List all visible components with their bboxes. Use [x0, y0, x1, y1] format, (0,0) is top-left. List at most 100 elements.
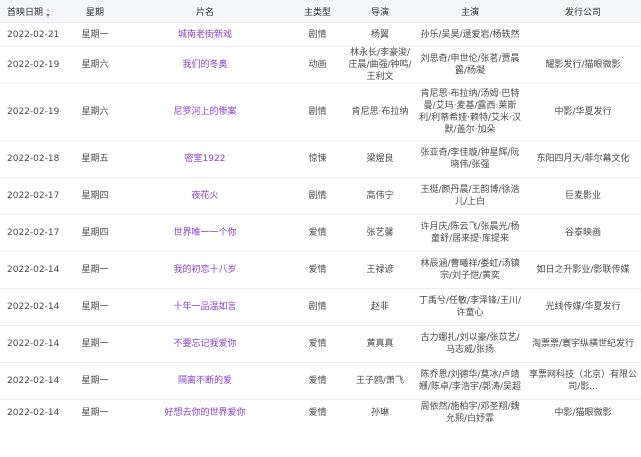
- release-date-cell: 2022-02-14: [0, 325, 70, 363]
- genre-cell: 剧情: [290, 177, 345, 215]
- weekday-cell: 星期一: [70, 251, 120, 289]
- table-row: 2022-02-17 星期四 世界唯一一个你 爱情 张艺馨 许月庆/陈云飞/张晨…: [0, 214, 641, 252]
- cast-cell: 刘思奇/申世伦/张茗/贾晨露/杨凝: [415, 46, 525, 84]
- title-cell: 密室1922: [120, 140, 290, 178]
- genre-cell: 爱情: [290, 214, 345, 252]
- distributor-cell: 巨麦影业: [525, 177, 641, 215]
- column-header-distributor: 发行公司: [525, 0, 641, 23]
- genre-cell: 剧情: [290, 83, 345, 141]
- genre-cell: 爱情: [308, 408, 327, 418]
- title-cell: 城南老街新戏: [120, 22, 290, 47]
- cast-cell: 孙乐/吴昊/逯爱岩/杨轶然: [415, 22, 525, 47]
- genre-cell: 爱情: [290, 251, 345, 289]
- weekday-cell: 星期一: [70, 325, 120, 363]
- sort-icon[interactable]: [46, 7, 51, 17]
- distributor-cell: 谷泰映画: [525, 214, 641, 252]
- weekday-cell: 星期六: [70, 83, 120, 141]
- film-title-link[interactable]: 我们的冬奥: [182, 60, 227, 70]
- cast-cell: 张亚奇/李佳璇/钟星辉/阮晓伟/张强: [415, 140, 525, 178]
- director-cell: 林永长/李豪浚/庄晨/曲强/钟鸣/王利文: [345, 46, 415, 84]
- genre-cell: 剧情: [290, 288, 345, 326]
- film-title-link[interactable]: 密室1922: [185, 154, 226, 164]
- title-cell: 世界唯一一个你: [120, 214, 290, 252]
- release-date-cell: 2022-02-19: [0, 83, 70, 141]
- title-cell: 我们的冬奥: [120, 46, 290, 84]
- table-body: 2022-02-21 星期一 城南老街新戏 剧情 杨翼 孙乐/吴昊/逯爱岩/杨轶…: [0, 22, 641, 427]
- genre-cell: 爱情: [290, 325, 345, 363]
- distributor-cell: 享票网科技（北京）有限公司/影...: [525, 362, 641, 400]
- director-cell: 梁煜良: [345, 140, 415, 178]
- director-cell: 赵非: [345, 288, 415, 326]
- sort-descending-arrow-icon: [46, 13, 51, 17]
- column-header-date[interactable]: 首映日期: [0, 0, 70, 23]
- director-cell: 黄真真: [345, 325, 415, 363]
- weekday-cell: 星期五: [70, 140, 120, 178]
- film-title-link[interactable]: 尼罗河上的惨案: [173, 107, 236, 117]
- title-cell: 十年一品温如言: [120, 288, 290, 326]
- film-title-link[interactable]: 好想去你的世界爱你: [164, 408, 245, 418]
- weekday-cell: 星期四: [70, 214, 120, 252]
- distributor-cell: 耀影发行/猫眼微影: [525, 46, 641, 84]
- director-cell: 杨翼: [345, 22, 415, 47]
- weekday-cell: 星期一: [70, 22, 120, 47]
- title-cell: 隔离不断的爱: [120, 362, 290, 400]
- genre-cell: 剧情: [290, 22, 345, 47]
- table-header: 首映日期 星期 片名 主类型 导演 主演 发行公司: [0, 0, 641, 23]
- cast-cell: 肯尼思·布拉纳/汤姆·巴特曼/艾玛·麦基/露西·莱斯利/利蒂希娅·赖特/艾米·汉…: [415, 83, 525, 141]
- distributor-cell: 东阳四月天/菲尔幕文化: [525, 140, 641, 178]
- distributor-cell: 中影/猫眼微影: [554, 408, 612, 418]
- table-row: 2022-02-17 星期四 夜花火 剧情 高伟宁 王挺/颜丹晨/王韵博/徐浩儿…: [0, 177, 641, 215]
- cast-cell: 陈乔恩/刘德华/莫冰/卢靖姗/陈卓/李浩宇/郭涛/吴超: [415, 362, 525, 400]
- column-header-weekday: 星期: [70, 0, 120, 23]
- table-row: 2022-02-14 星期一 隔离不断的爱 爱情 王子鸥/萧飞 陈乔恩/刘德华/…: [0, 362, 641, 400]
- weekday-cell: 星期一: [81, 408, 109, 418]
- cast-cell: 周依然/施柏宇/邓圣翔/魏允熙/白妤霏: [420, 402, 520, 424]
- release-date-cell: 2022-02-18: [0, 140, 70, 178]
- film-title-link[interactable]: 不要忘记我爱你: [173, 339, 236, 349]
- title-cell: 夜花火: [120, 177, 290, 215]
- distributor-cell: 光线传媒/华夏发行: [525, 288, 641, 326]
- cast-cell: 林辰涵/曹曦祥/娄虹/汤镇宗/刘子恺/黄奕: [415, 251, 525, 289]
- table-row: 2022-02-18 星期五 密室1922 惊悚 梁煜良 张亚奇/李佳璇/钟星辉…: [0, 140, 641, 178]
- release-date-cell: 2022-02-21: [0, 22, 70, 47]
- weekday-cell: 星期六: [70, 46, 120, 84]
- title-cell: 不要忘记我爱你: [120, 325, 290, 363]
- header-row: 首映日期 星期 片名 主类型 导演 主演 发行公司: [0, 0, 641, 23]
- column-header-director: 导演: [345, 0, 415, 23]
- film-title-link[interactable]: 隔离不断的爱: [178, 376, 232, 386]
- sort-ascending-arrow-icon: [46, 7, 51, 11]
- table-row: 2022-02-14 星期一 不要忘记我爱你 爱情 黄真真 古力娜扎/刘以豪/张…: [0, 325, 641, 363]
- table-row: 2022-02-19 星期六 尼罗河上的惨案 剧情 肯尼思·布拉纳 肯尼思·布拉…: [0, 83, 641, 141]
- title-cell: 尼罗河上的惨案: [120, 83, 290, 141]
- distributor-cell: 中影/华夏发行: [525, 83, 641, 141]
- cast-cell: 丁禹兮/任敏/李泽锋/王川/许童心: [415, 288, 525, 326]
- cast-cell: 古力娜扎/刘以豪/张苡艺/马志威/张扬: [415, 325, 525, 363]
- table-row: 2022-02-14 星期一 我的初恋十八岁 爱情 王禄谚 林辰涵/曹曦祥/娄虹…: [0, 251, 641, 289]
- release-date-cell: 2022-02-17: [0, 214, 70, 252]
- film-title-link[interactable]: 夜花火: [191, 191, 218, 201]
- title-cell: 好想去你的世界爱你: [120, 400, 290, 427]
- director-cell: 高伟宁: [345, 177, 415, 215]
- film-title-link[interactable]: 世界唯一一个你: [173, 228, 236, 238]
- film-release-table: 首映日期 星期 片名 主类型 导演 主演 发行公司 2022-02-21 星期一…: [0, 0, 641, 426]
- title-cell: 我的初恋十八岁: [120, 251, 290, 289]
- release-date-cell: 2022-02-14: [0, 251, 70, 289]
- column-header-date-label: 首映日期: [7, 7, 44, 18]
- director-cell: 肯尼思·布拉纳: [345, 83, 415, 141]
- weekday-cell: 星期一: [70, 362, 120, 400]
- film-title-link[interactable]: 我的初恋十八岁: [173, 265, 236, 275]
- genre-cell: 惊悚: [290, 140, 345, 178]
- film-title-link[interactable]: 城南老街新戏: [178, 30, 232, 40]
- column-header-title: 片名: [120, 0, 290, 23]
- director-cell: 张艺馨: [345, 214, 415, 252]
- release-date-cell: 2022-02-14: [0, 288, 70, 326]
- distributor-cell: 如日之升影业/影联传媒: [525, 251, 641, 289]
- distributor-cell: 淘票票/寰宇纵横世纪发行: [525, 325, 641, 363]
- table-row: 2022-02-21 星期一 城南老街新戏 剧情 杨翼 孙乐/吴昊/逯爱岩/杨轶…: [0, 22, 641, 47]
- film-title-link[interactable]: 十年一品温如言: [173, 302, 236, 312]
- weekday-cell: 星期四: [70, 177, 120, 215]
- column-header-genre: 主类型: [290, 0, 345, 23]
- director-cell: 王禄谚: [345, 251, 415, 289]
- genre-cell: 爱情: [290, 362, 345, 400]
- release-date-cell: 2022-02-17: [0, 177, 70, 215]
